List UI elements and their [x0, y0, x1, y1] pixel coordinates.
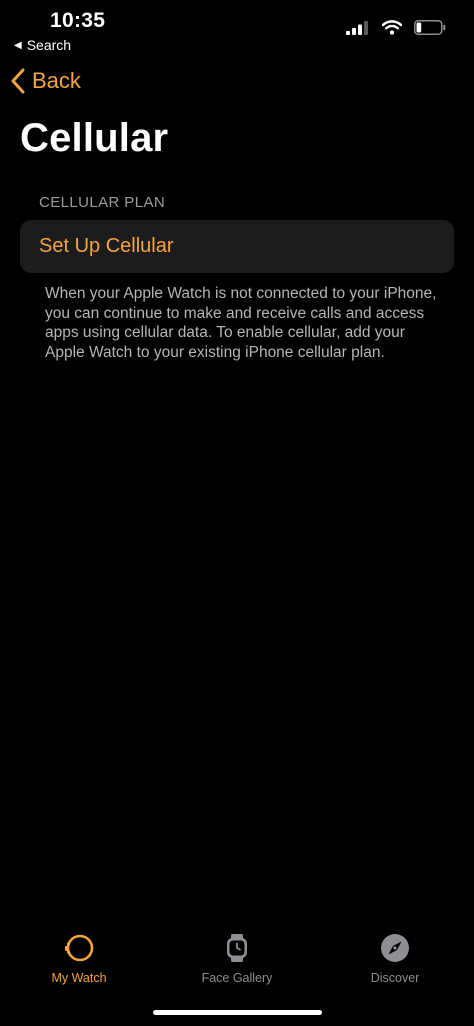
status-bar: 10:35 ◀ Search: [0, 0, 474, 60]
section-footer-text: When your Apple Watch is not connected t…: [45, 285, 437, 361]
battery-icon: [414, 20, 446, 35]
set-up-cellular-cell[interactable]: Set Up Cellular: [20, 220, 454, 273]
tab-face-gallery-label: Face Gallery: [201, 971, 273, 985]
nav-back-button[interactable]: Back: [10, 68, 81, 94]
status-time: 10:35: [50, 9, 106, 32]
nav-back-label: Back: [32, 68, 81, 93]
page-title: Cellular: [20, 116, 169, 160]
home-indicator: [153, 1010, 322, 1015]
status-icons: [346, 20, 446, 35]
chevron-left-icon: [11, 68, 25, 94]
screen: 10:35 ◀ Search Back Cellular CELLULAR PL…: [0, 0, 474, 1026]
back-triangle-icon: ◀: [14, 39, 22, 51]
tab-my-watch-label: My Watch: [51, 971, 107, 985]
tab-face-gallery[interactable]: Face Gallery: [158, 933, 316, 985]
tab-my-watch[interactable]: My Watch: [0, 933, 158, 985]
watch-icon: [64, 933, 94, 963]
tab-discover-label: Discover: [370, 971, 420, 985]
compass-icon: [380, 933, 410, 963]
back-to-app-label: Search: [26, 37, 72, 53]
back-to-app-button[interactable]: ◀ Search: [14, 37, 71, 53]
wifi-icon: [382, 20, 402, 35]
tab-discover[interactable]: Discover: [316, 933, 474, 985]
section-header: CELLULAR PLAN: [39, 194, 166, 211]
cellular-signal-icon: [346, 20, 368, 35]
face-gallery-icon: [225, 933, 249, 963]
set-up-cellular-label: Set Up Cellular: [39, 235, 174, 257]
